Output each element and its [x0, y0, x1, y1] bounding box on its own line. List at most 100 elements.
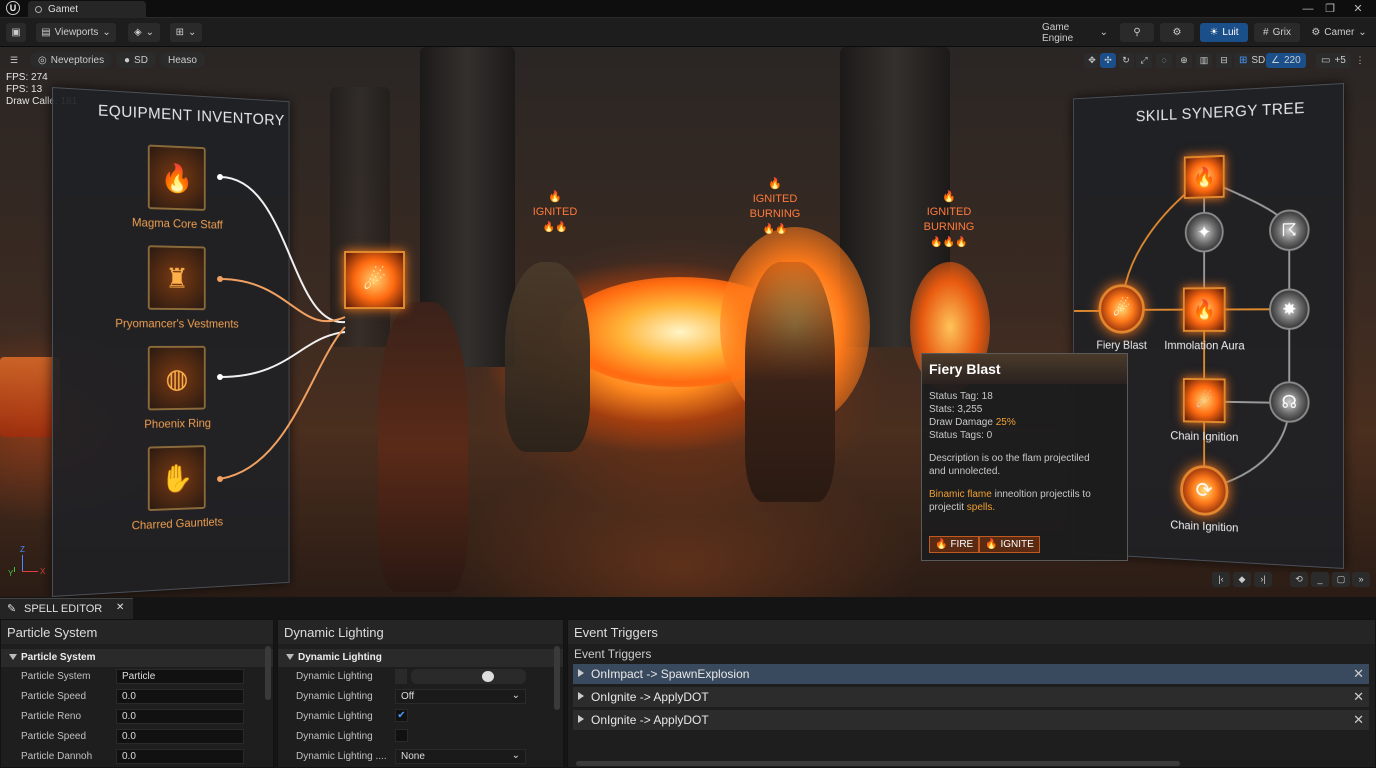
maximize-button[interactable]: ❐ [1322, 2, 1338, 16]
ignite-tag-chip[interactable]: 🔥 IGNITE [979, 536, 1040, 553]
inventory-slot-staff[interactable]: 🔥 [148, 145, 206, 211]
more-options-icon[interactable]: ⋮ [1352, 53, 1368, 68]
fast-forward-icon[interactable]: » [1352, 572, 1370, 587]
globe-icon: ◎ [38, 55, 47, 66]
rotate-icon[interactable]: ↻ [1118, 53, 1134, 68]
event-trigger-row[interactable]: OnImpact -> SpawnExplosion ✕ [573, 664, 1369, 684]
camera-menu[interactable]: ⚙ Camer ⌄ [1308, 23, 1370, 42]
play-mode-icon[interactable]: ⚲ [1120, 23, 1154, 42]
chain-fire-icon: ☄ [1196, 388, 1213, 412]
translate-icon[interactable]: ✣ [1100, 53, 1116, 68]
blueprint-menu[interactable]: ⊞ ⌄ [170, 23, 202, 42]
lighting-checkbox-unchecked[interactable] [395, 729, 408, 742]
surface-snap-icon[interactable]: ◌ [1156, 53, 1172, 68]
snap-icon[interactable]: ▥ [1196, 53, 1212, 68]
status-effect-icons: 🔥🔥 [740, 222, 810, 237]
draw-damage-value: 25% [996, 417, 1016, 428]
demon-enemy[interactable] [505, 262, 590, 452]
perspective-chip[interactable]: ◎ Neveptories [30, 52, 112, 68]
inventory-slot-ring[interactable]: ◍ [148, 346, 206, 411]
reset-icon[interactable]: ⟲ [1290, 572, 1308, 587]
close-tab-icon[interactable]: ✕ [116, 602, 124, 613]
angle-icon: ∠ [1271, 55, 1280, 66]
lighting-slider[interactable] [411, 669, 526, 684]
chevron-down-icon: ⌄ [1358, 27, 1366, 38]
view-mode-chip[interactable]: ● SD [116, 52, 156, 68]
show-chip[interactable]: Heaso [160, 52, 205, 68]
remove-event-icon[interactable]: ✕ [1353, 689, 1364, 705]
skill-node-locked[interactable]: ☊ [1269, 381, 1310, 423]
lighting-none-select[interactable]: None ⌄ [395, 749, 526, 764]
equipped-spell-slot[interactable]: ☄ [344, 251, 405, 309]
engine-logo-icon[interactable]: U [6, 1, 20, 15]
tooltip-flavor-2: projectit spells. [929, 501, 1127, 514]
property-row: Dynamic Lighting [278, 667, 563, 687]
grid-size-button[interactable]: ⊞ SD [1234, 53, 1270, 68]
particle-scrollbar[interactable] [265, 646, 271, 700]
lighting-section-header[interactable]: Dynamic Lighting [278, 649, 563, 667]
game-engine-menu[interactable]: Game Engine ⌄ [1036, 23, 1114, 42]
mage-character[interactable] [378, 302, 468, 592]
close-window-button[interactable]: ✕ [1350, 2, 1366, 16]
lighting-scrollbar[interactable] [554, 646, 560, 710]
inventory-slot-vestments[interactable]: ♜ [148, 245, 206, 310]
scale-icon[interactable]: ⤢ [1136, 53, 1152, 68]
content-menu[interactable]: ◈ ⌄ [128, 23, 160, 42]
viewport-menu-icon[interactable]: ☰ [6, 53, 22, 68]
skip-back-icon[interactable]: |‹ [1212, 572, 1230, 587]
event-trigger-row[interactable]: OnIgnite -> ApplyDOT ✕ [573, 687, 1369, 707]
armored-enemy[interactable] [745, 262, 835, 502]
property-row: Dynamic Lighting .... None ⌄ [278, 747, 563, 767]
camera-speed-button[interactable]: ▭ +5 [1316, 53, 1351, 68]
level-icon [35, 6, 42, 13]
minimize-button[interactable]: — [1300, 2, 1316, 16]
lighting-none-value: None [401, 751, 425, 762]
event-trigger-row[interactable]: OnIgnite -> ApplyDOT ✕ [573, 710, 1369, 730]
grid-button[interactable]: # Grix [1254, 23, 1300, 42]
world-local-icon[interactable]: ⊕ [1176, 53, 1192, 68]
grid-snap-icon[interactable]: ⊟ [1216, 53, 1232, 68]
remove-event-icon[interactable]: ✕ [1353, 712, 1364, 728]
level-tab[interactable]: Gamet [28, 1, 146, 18]
chain-ignition-label: Chain Ignition [1154, 428, 1256, 444]
transform-icon[interactable]: ✥ [1084, 53, 1100, 68]
save-icon[interactable]: ▣ [6, 23, 26, 42]
pencil-icon: ✎ [7, 602, 16, 615]
spell-editor-tab[interactable]: ✎ SPELL EDITOR ✕ [0, 598, 133, 619]
viewports-menu[interactable]: ▤ Viewports ⌄ [36, 23, 116, 42]
center-icon[interactable]: ◆ [1233, 572, 1251, 587]
particle-dannoh-field[interactable]: 0.0 [116, 749, 244, 764]
lighting-mode-select[interactable]: Off ⌄ [395, 689, 526, 704]
lighting-checkbox-checked[interactable]: ✔ [395, 709, 408, 722]
particle-section-header[interactable]: Particle System [1, 649, 273, 667]
skill-node-fiery-blast[interactable]: ☄ [1099, 284, 1145, 334]
skip-forward-icon[interactable]: ›| [1254, 572, 1272, 587]
status-ignited: IGNITED [520, 205, 590, 220]
rotation-snap-button[interactable]: ∠ 220 [1266, 53, 1306, 68]
skill-node-root[interactable]: 🔥 [1184, 155, 1225, 199]
skill-node-chain-ignition[interactable]: ☄ [1183, 378, 1226, 423]
remove-event-icon[interactable]: ✕ [1353, 666, 1364, 682]
level-viewport[interactable]: ☰ ◎ Neveptories ● SD Heaso ✥ ✣ ↻ ⤢ ◌ ⊕ ▥ ⊟… [0, 47, 1376, 597]
slider-knob[interactable] [482, 671, 494, 682]
particle-speed-field-2[interactable]: 0.0 [116, 729, 244, 744]
skill-node-locked[interactable]: ✸ [1269, 288, 1310, 330]
minimize-panel-icon[interactable]: _ [1311, 572, 1329, 587]
inventory-slot-gauntlets[interactable]: ✋ [148, 445, 206, 511]
chevron-down-icon: ⌄ [146, 27, 154, 38]
lighting-toggle-checkbox[interactable] [395, 669, 407, 684]
dynamic-lighting-panel: Dynamic Lighting Dynamic Lighting Dynami… [277, 619, 564, 768]
lighting-panel-header: Dynamic Lighting [278, 620, 563, 644]
particle-speed-field[interactable]: 0.0 [116, 689, 244, 704]
flame-icon: 🔥 [914, 190, 984, 205]
skill-node-immolation-aura[interactable]: 🔥 [1183, 287, 1226, 332]
lava-pool [0, 357, 60, 437]
events-scrollbar[interactable] [576, 761, 1180, 766]
fire-tag-chip[interactable]: 🔥 FIRE [929, 536, 979, 553]
particle-system-field[interactable]: Particle [116, 669, 244, 684]
draw-damage-label: Draw Damage [929, 417, 993, 428]
expand-panel-icon[interactable]: ▢ [1332, 572, 1350, 587]
lit-mode-button[interactable]: ☀ Luit [1200, 23, 1248, 42]
settings-icon[interactable]: ⚙ [1160, 23, 1194, 42]
particle-reno-field[interactable]: 0.0 [116, 709, 244, 724]
